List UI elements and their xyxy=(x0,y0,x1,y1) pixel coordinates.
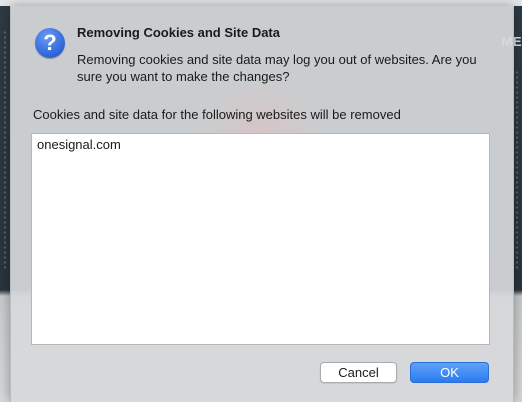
dialog-message: Removing cookies and site data may log y… xyxy=(77,52,477,84)
dialog-title: Removing Cookies and Site Data xyxy=(77,25,280,40)
ok-button[interactable]: OK xyxy=(410,362,489,383)
remove-cookies-dialog: ? Removing Cookies and Site Data Removin… xyxy=(10,6,514,402)
site-list-caption: Cookies and site data for the following … xyxy=(33,107,401,122)
site-list[interactable]: onesignal.com xyxy=(31,133,490,345)
cancel-button[interactable]: Cancel xyxy=(320,362,397,383)
background-dots-left xyxy=(3,30,7,270)
list-item[interactable]: onesignal.com xyxy=(37,137,121,152)
question-mark-icon: ? xyxy=(35,28,65,58)
